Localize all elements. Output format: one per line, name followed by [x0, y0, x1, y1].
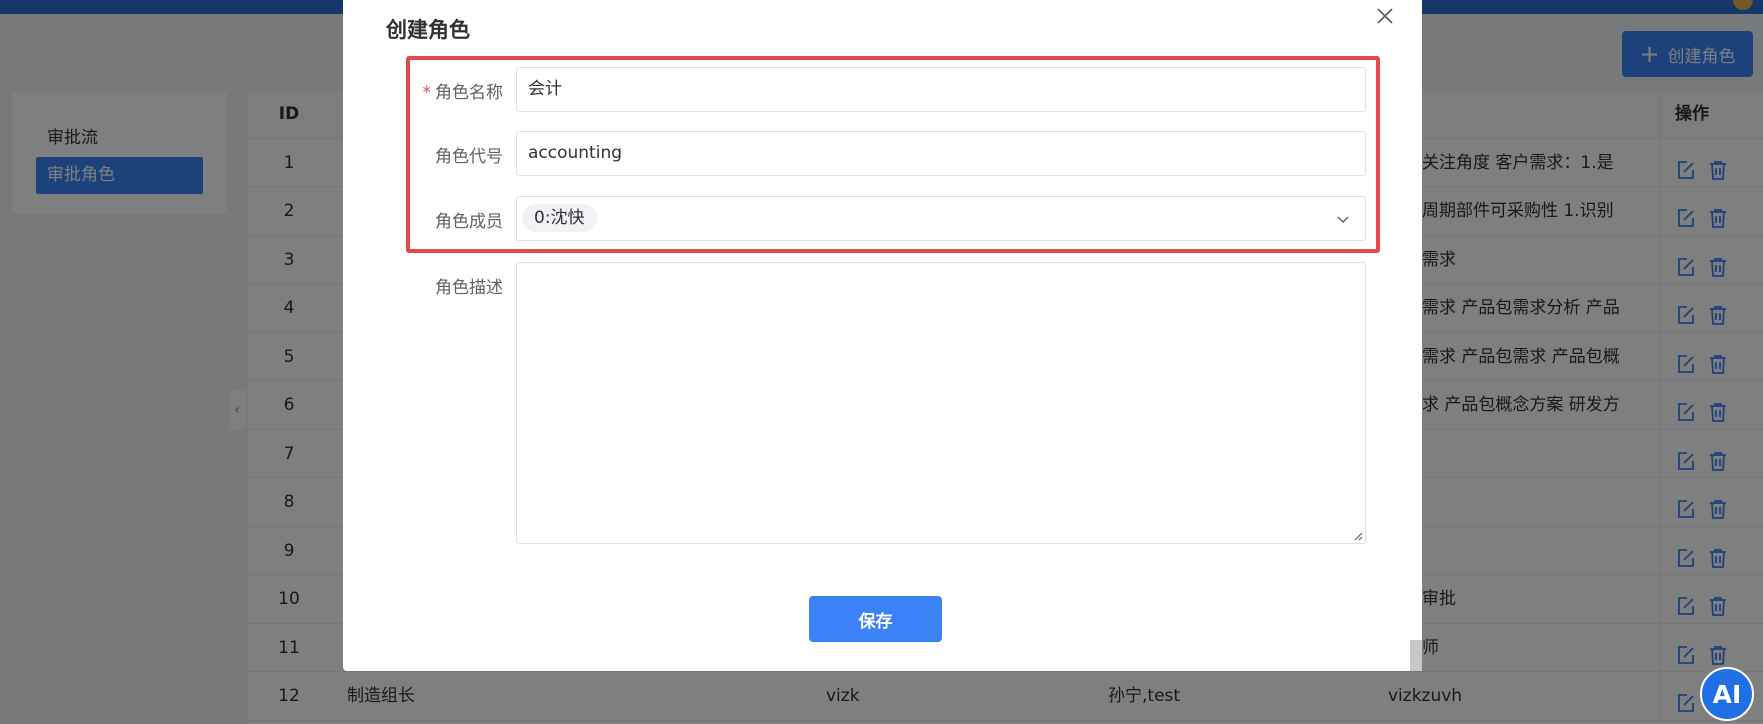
- role-desc-textarea[interactable]: [516, 262, 1366, 544]
- required-asterisk: *: [422, 83, 432, 103]
- create-role-dialog: 创建角色 * 角色名称 会计 角色代号 accounting 角色成员 0:沈快 …: [343, 0, 1422, 671]
- role-name-label: * 角色名称: [422, 83, 504, 103]
- dialog-title: 创建角色: [386, 18, 470, 42]
- ai-assistant-button[interactable]: AI: [1700, 667, 1754, 721]
- role-members-select[interactable]: 0:沈快: [516, 196, 1366, 241]
- resize-grip-icon[interactable]: [1351, 529, 1363, 541]
- dialog-scrollbar[interactable]: [1410, 640, 1422, 671]
- role-name-input[interactable]: 会计: [516, 67, 1366, 112]
- role-code-input[interactable]: accounting: [516, 131, 1366, 176]
- member-tag[interactable]: 0:沈快: [522, 204, 597, 232]
- save-button[interactable]: 保存: [809, 596, 942, 642]
- role-members-label: 角色成员: [435, 212, 503, 232]
- close-icon[interactable]: [1375, 6, 1395, 26]
- chevron-down-icon: [1337, 216, 1349, 224]
- role-code-label: 角色代号: [435, 147, 503, 167]
- role-desc-label: 角色描述: [435, 278, 503, 298]
